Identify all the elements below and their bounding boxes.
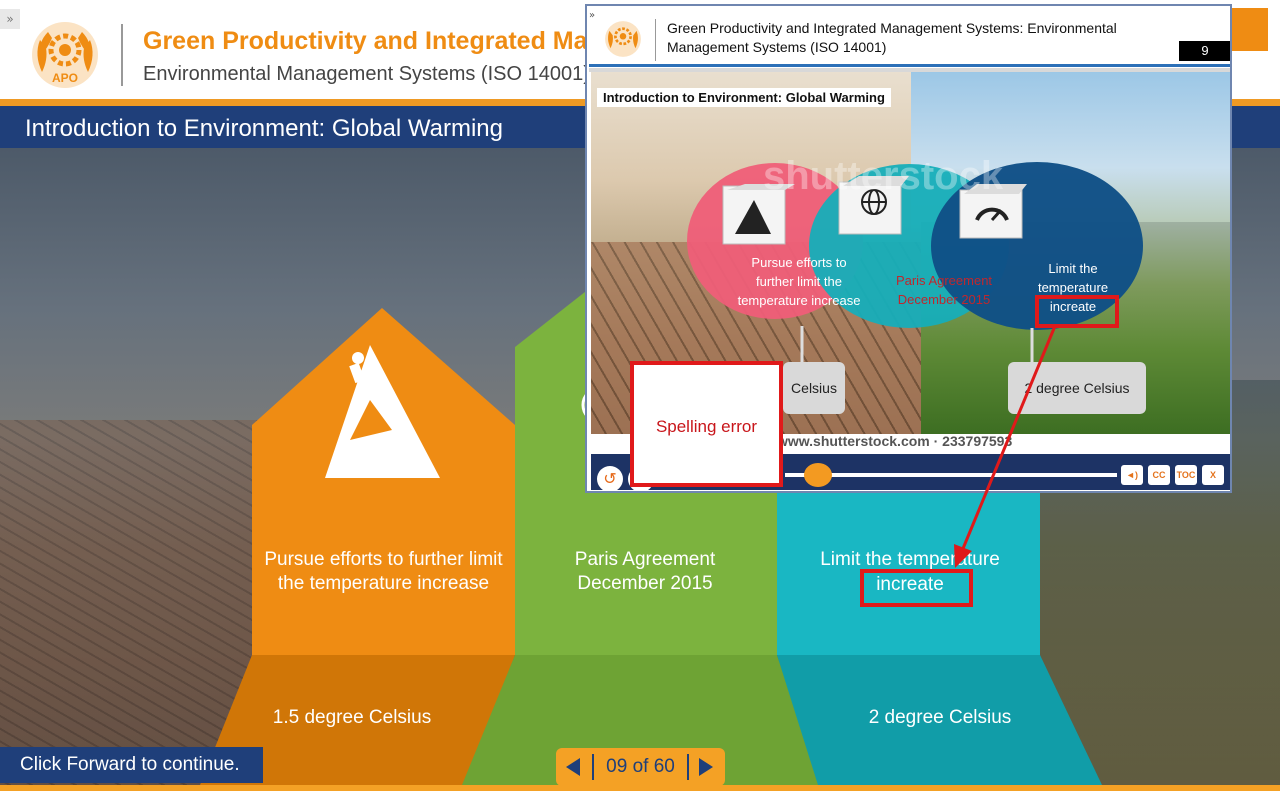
page-counter: 09 of 60 (606, 756, 675, 777)
pillar-1-degree: 1.5 degree Celsius (272, 707, 432, 728)
replay-icon[interactable]: ↺ (597, 466, 623, 491)
pillar-3-degree: 2 degree Celsius (868, 707, 1012, 728)
pager-divider (687, 754, 689, 780)
progress-knob[interactable] (804, 463, 832, 487)
venn-text-1: Pursue efforts to further limit the temp… (737, 255, 861, 308)
pillar-1-text: Pursue efforts to further limit the temp… (264, 549, 503, 594)
progress-track[interactable] (785, 473, 1117, 477)
triangle-left-icon[interactable] (566, 758, 580, 776)
footer-accent-line (0, 785, 1280, 791)
venn-text-2: Paris Agreement December 2015 (895, 273, 993, 307)
celsius-box-left: Celsius (783, 362, 845, 414)
click-forward-hint: Click Forward to continue. (0, 747, 263, 783)
captions-icon[interactable]: CC (1148, 465, 1170, 485)
close-icon[interactable]: X (1202, 465, 1224, 485)
spelling-error-highlight-inset (1035, 295, 1119, 328)
watermark-url: www.shutterstock.com · 233797593 (777, 433, 1013, 449)
spelling-error-note: Spelling error (630, 361, 783, 487)
pillar-2-text: Paris Agreement December 2015 (574, 549, 716, 594)
celsius-box-right: 2 degree Celsius (1008, 362, 1146, 414)
triangle-right-icon[interactable] (699, 758, 713, 776)
slide-pager: 09 of 60 (556, 748, 725, 786)
watermark: shutterstock (763, 154, 1004, 198)
spelling-error-highlight-main (860, 569, 973, 607)
spelling-error-label: Spelling error (655, 417, 758, 436)
toc-icon[interactable]: TOC (1175, 465, 1197, 485)
volume-icon[interactable]: ◄) (1121, 465, 1143, 485)
pillar-1 (252, 308, 515, 655)
